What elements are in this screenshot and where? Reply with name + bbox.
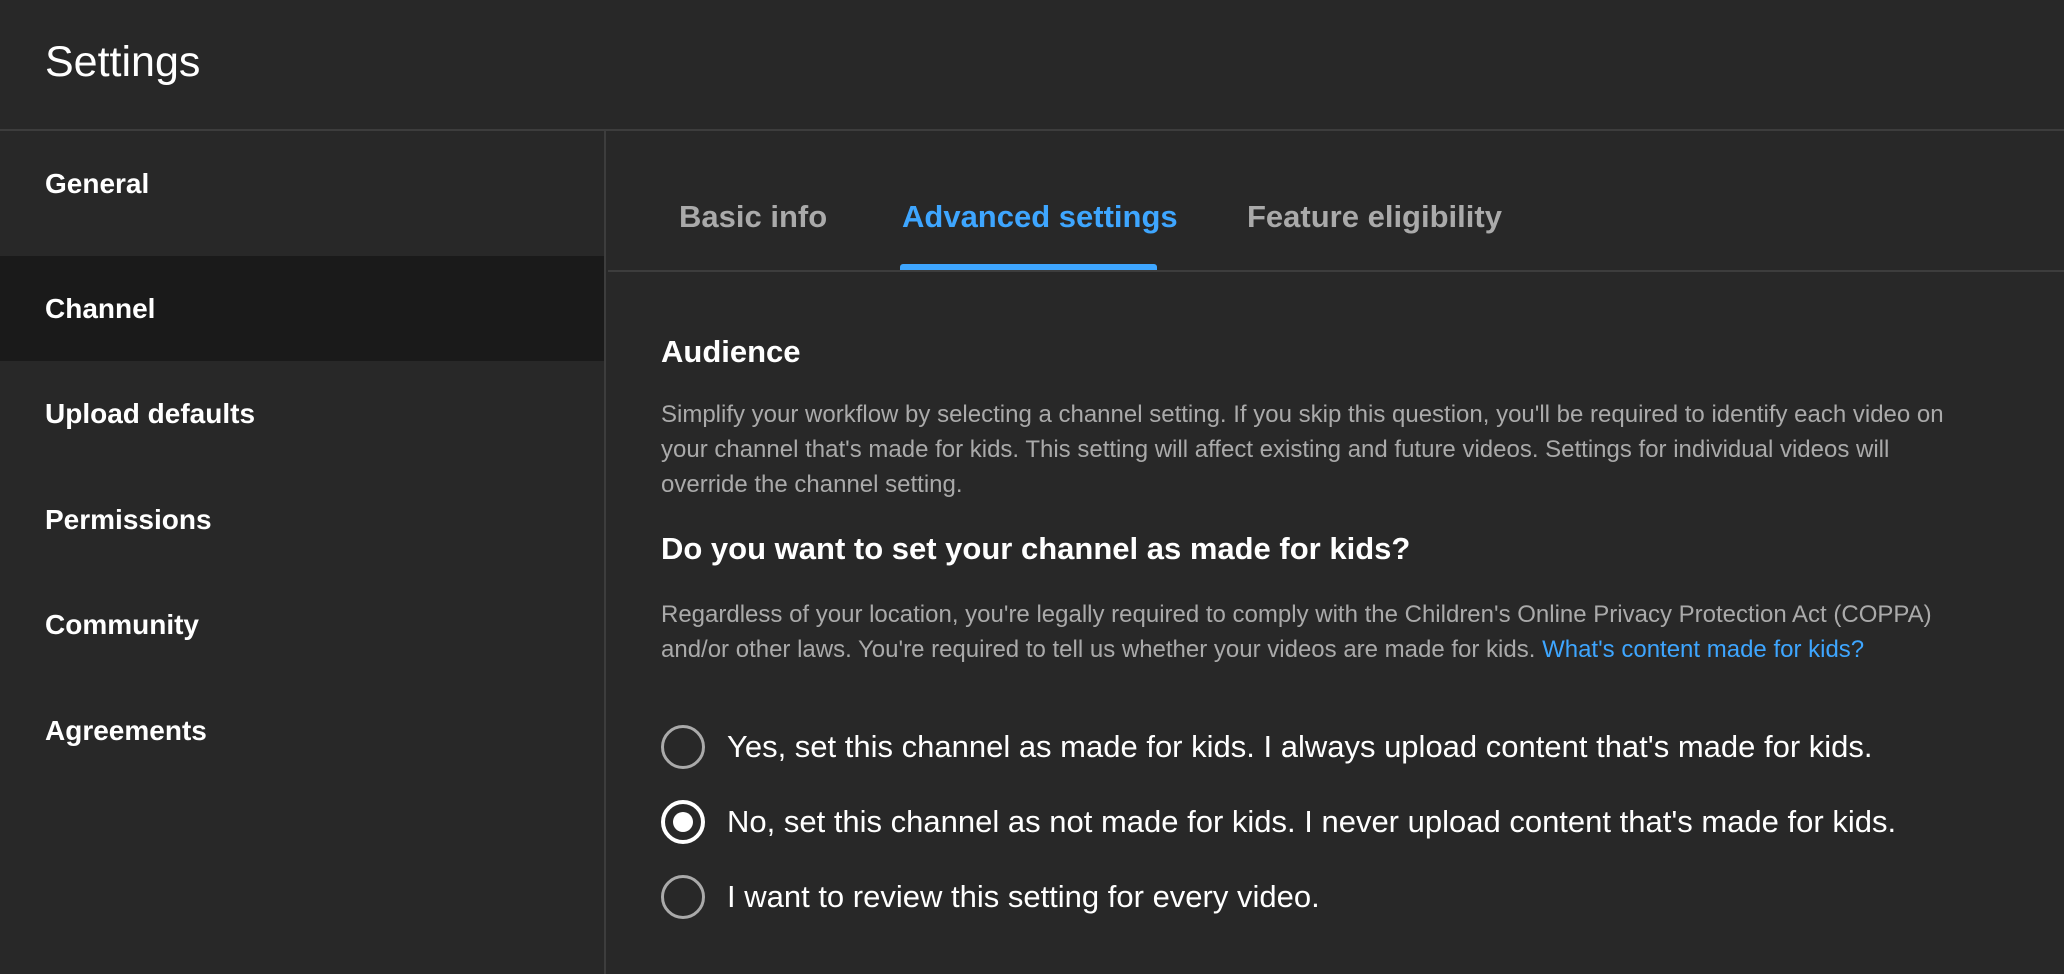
tab-advanced-settings[interactable]: Advanced settings	[902, 199, 1178, 235]
audience-description: Simplify your workflow by selecting a ch…	[661, 401, 1944, 498]
sidebar-item-label: Community	[45, 608, 199, 640]
radio-button[interactable]	[661, 725, 705, 769]
sidebar-item-label: General	[45, 167, 150, 199]
radio-option-review-every-video[interactable]: I want to review this setting for every …	[661, 875, 1320, 919]
radio-label: No, set this channel as not made for kid…	[727, 804, 1897, 839]
settings-tabs: Basic info Advanced settings Feature eli…	[608, 131, 2064, 272]
sidebar-item-upload-defaults[interactable]: Upload defaults	[0, 361, 604, 466]
tab-basic-info[interactable]: Basic info	[679, 199, 827, 235]
sidebar-item-label: Agreements	[45, 714, 207, 746]
settings-main: Basic info Advanced settings Feature eli…	[608, 131, 2064, 974]
settings-header: Settings	[0, 0, 2064, 131]
sidebar-item-label: Upload defaults	[45, 397, 256, 429]
made-for-kids-help-link[interactable]: What's content made for kids?	[1542, 636, 1864, 663]
radio-label: I want to review this setting for every …	[727, 879, 1320, 914]
radio-button[interactable]	[661, 875, 705, 919]
sidebar-item-community[interactable]: Community	[0, 572, 604, 677]
tab-feature-eligibility[interactable]: Feature eligibility	[1247, 199, 1502, 235]
made-for-kids-question: Do you want to set your channel as made …	[661, 531, 1411, 566]
page-title: Settings	[45, 38, 201, 86]
sidebar-item-permissions[interactable]: Permissions	[0, 467, 604, 572]
radio-button-checked[interactable]	[661, 800, 705, 844]
sidebar-item-label: Channel	[45, 292, 156, 324]
sidebar-item-channel[interactable]: Channel	[0, 256, 604, 361]
radio-label: Yes, set this channel as made for kids. …	[727, 729, 1873, 764]
section-title: Audience	[661, 334, 801, 369]
radio-option-not-made-for-kids[interactable]: No, set this channel as not made for kid…	[661, 800, 1896, 844]
settings-sidebar: General Channel Upload defaults Permissi…	[0, 131, 606, 974]
radio-option-made-for-kids[interactable]: Yes, set this channel as made for kids. …	[661, 725, 1873, 769]
coppa-notice: Regardless of your location, you're lega…	[661, 597, 1961, 667]
active-tab-indicator	[900, 264, 1157, 270]
sidebar-item-agreements[interactable]: Agreements	[0, 678, 604, 783]
sidebar-item-label: Permissions	[45, 503, 212, 535]
sidebar-item-general[interactable]: General	[0, 131, 604, 236]
